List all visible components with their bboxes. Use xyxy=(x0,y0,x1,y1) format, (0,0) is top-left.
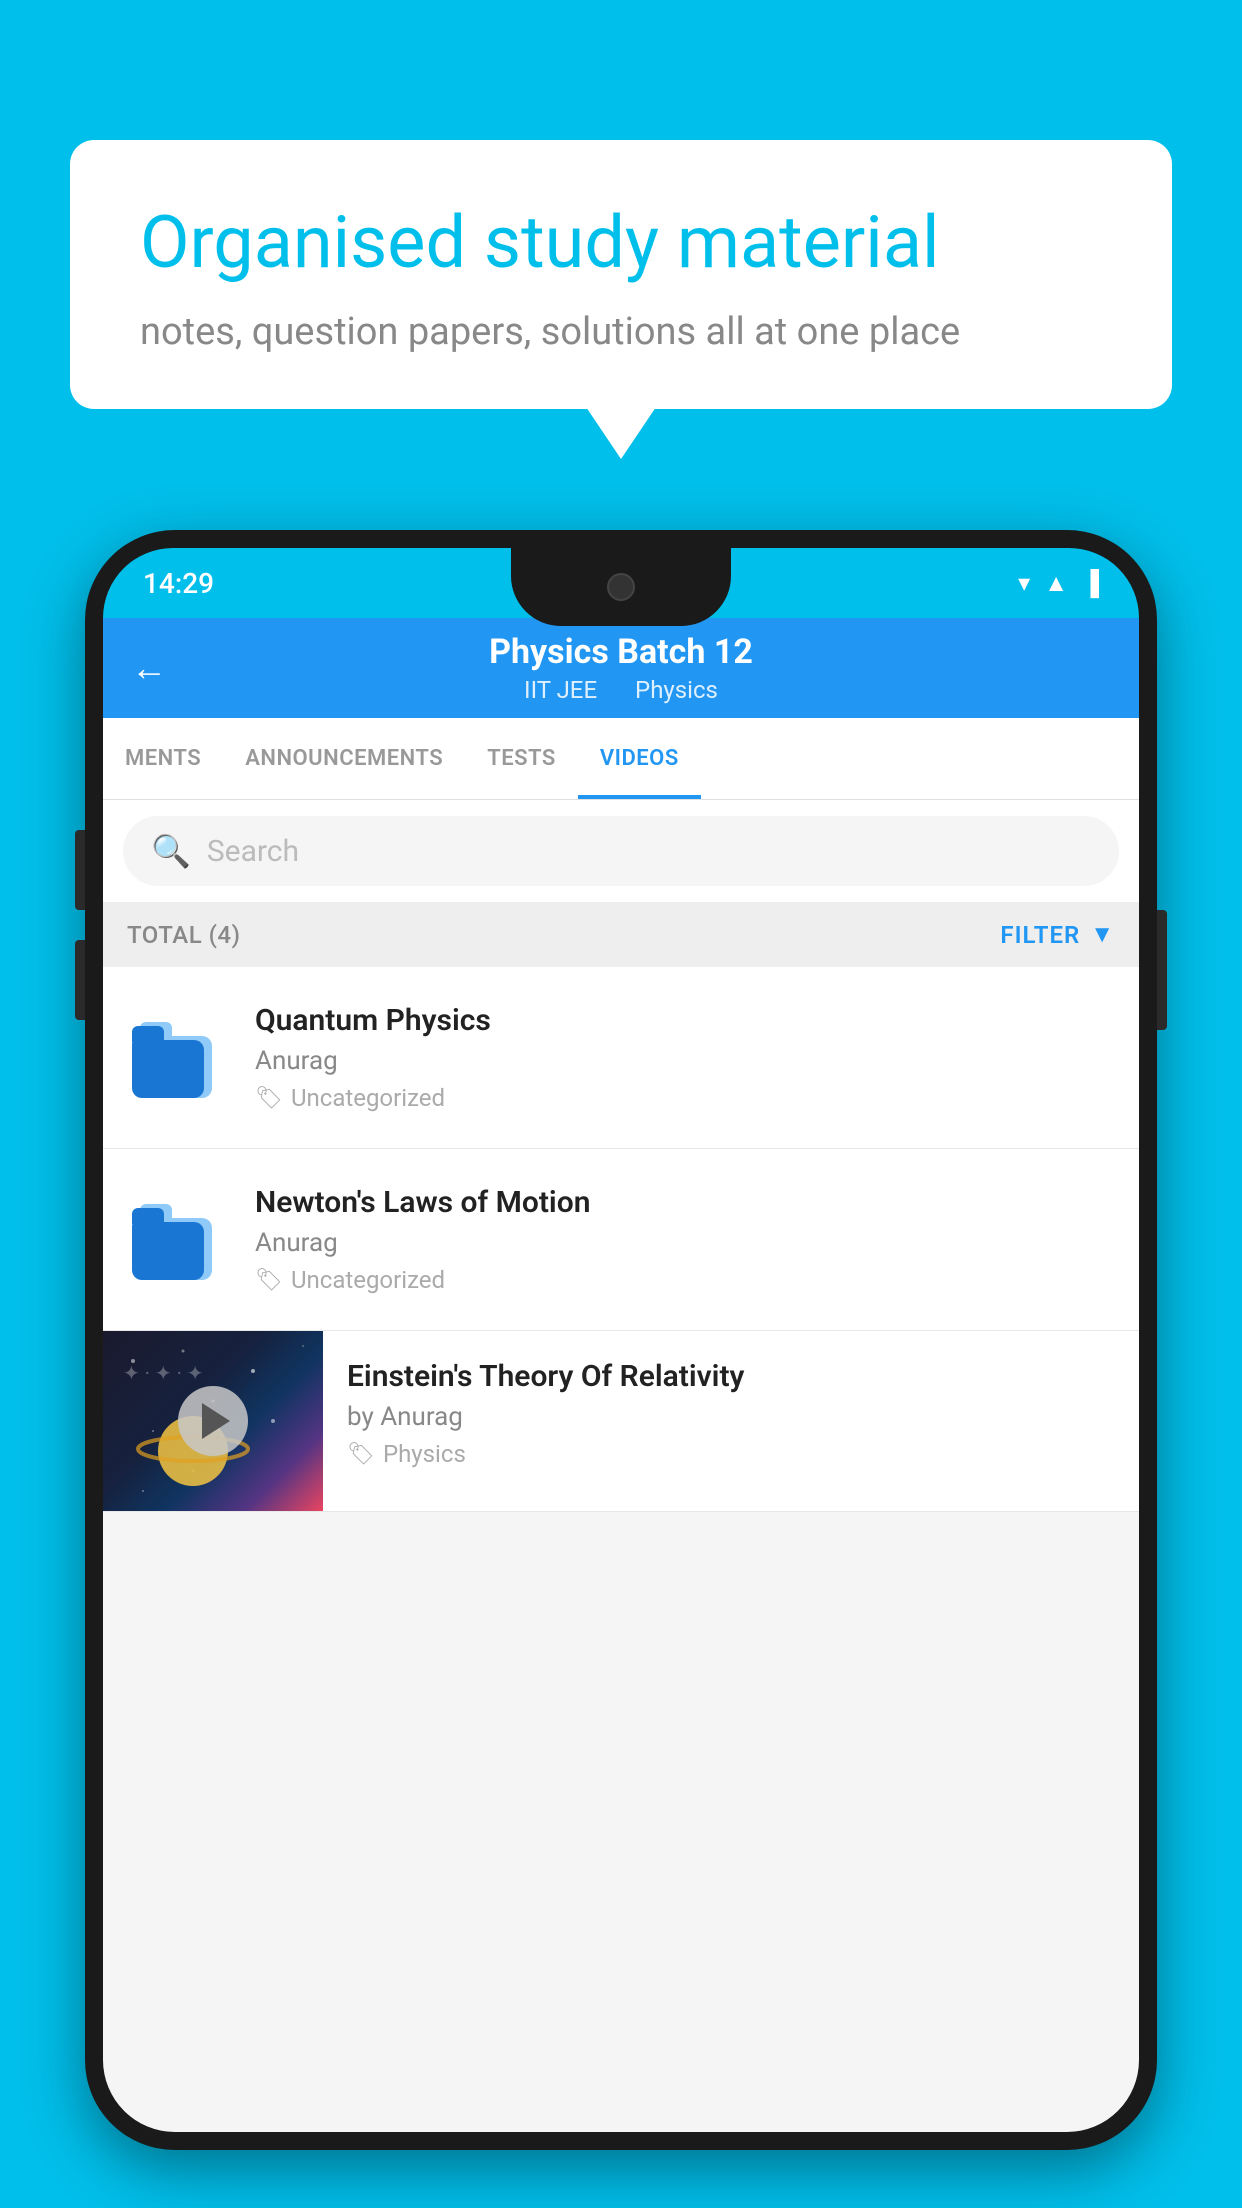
search-icon: 🔍 xyxy=(151,832,191,870)
tab-videos[interactable]: VIDEOS xyxy=(578,718,701,799)
video-tag: 🏷 Physics xyxy=(347,1440,1091,1468)
folder-icon xyxy=(132,1018,222,1098)
tag-icon: 🏷 xyxy=(347,1442,375,1467)
wifi-icon: ▾ xyxy=(1018,569,1030,597)
video-thumbnail xyxy=(103,1331,323,1511)
filter-label: FILTER xyxy=(1000,921,1080,949)
video-title: Quantum Physics xyxy=(255,1003,1115,1038)
speech-bubble-section: Organised study material notes, question… xyxy=(70,140,1172,409)
filter-row: TOTAL (4) FILTER ▼ xyxy=(103,902,1139,967)
subtitle-physics: Physics xyxy=(635,676,718,704)
video-list: Quantum Physics Anurag 🏷 Uncategorized xyxy=(103,967,1139,1512)
video-author: by Anurag xyxy=(347,1402,1091,1432)
status-icons: ▾ ▲ ▐ xyxy=(1018,569,1099,598)
back-button[interactable]: ← xyxy=(131,647,167,689)
tag-icon: 🏷 xyxy=(255,1086,283,1111)
header-title-group: Physics Batch 12 IIT JEE Physics xyxy=(489,632,753,704)
subtitle-iit: IIT JEE xyxy=(524,676,597,704)
list-item[interactable]: Quantum Physics Anurag 🏷 Uncategorized xyxy=(103,967,1139,1149)
speech-bubble: Organised study material notes, question… xyxy=(70,140,1172,409)
folder-front xyxy=(132,1222,204,1280)
video-info: Einstein's Theory Of Relativity by Anura… xyxy=(323,1331,1115,1496)
phone-mockup: 14:29 ▾ ▲ ▐ ← Physics Batch 12 IIT JEE xyxy=(85,530,1157,2208)
video-info: Quantum Physics Anurag 🏷 Uncategorized xyxy=(255,1003,1115,1112)
phone-screen: ← Physics Batch 12 IIT JEE Physics MENTS… xyxy=(103,618,1139,2132)
search-placeholder: Search xyxy=(207,834,299,869)
list-item[interactable]: Newton's Laws of Motion Anurag 🏷 Uncateg… xyxy=(103,1149,1139,1331)
search-container: 🔍 Search xyxy=(103,800,1139,902)
power-button xyxy=(1157,910,1167,1030)
tag-label: Physics xyxy=(383,1440,466,1468)
tag-label: Uncategorized xyxy=(291,1084,445,1112)
video-info: Newton's Laws of Motion Anurag 🏷 Uncateg… xyxy=(255,1185,1115,1294)
play-triangle xyxy=(202,1403,230,1439)
batch-title: Physics Batch 12 xyxy=(489,632,753,672)
video-title: Einstein's Theory Of Relativity xyxy=(347,1359,1091,1394)
phone-outer: 14:29 ▾ ▲ ▐ ← Physics Batch 12 IIT JEE xyxy=(85,530,1157,2150)
video-author: Anurag xyxy=(255,1046,1115,1076)
play-button[interactable] xyxy=(178,1386,248,1456)
tab-ments[interactable]: MENTS xyxy=(103,718,223,799)
video-tag: 🏷 Uncategorized xyxy=(255,1266,1115,1294)
tab-tests[interactable]: TESTS xyxy=(465,718,578,799)
folder-front xyxy=(132,1040,204,1098)
search-bar[interactable]: 🔍 Search xyxy=(123,816,1119,886)
video-tag: 🏷 Uncategorized xyxy=(255,1084,1115,1112)
tabs-bar: MENTS ANNOUNCEMENTS TESTS VIDEOS xyxy=(103,718,1139,800)
notch xyxy=(511,548,731,626)
app-header: ← Physics Batch 12 IIT JEE Physics xyxy=(103,618,1139,718)
folder-icon-container xyxy=(127,1190,227,1290)
batch-subtitle: IIT JEE Physics xyxy=(489,676,753,704)
camera-dot xyxy=(607,573,635,601)
list-item[interactable]: Einstein's Theory Of Relativity by Anura… xyxy=(103,1331,1139,1512)
video-title: Newton's Laws of Motion xyxy=(255,1185,1115,1220)
filter-icon: ▼ xyxy=(1090,920,1115,949)
volume-up-button xyxy=(75,830,85,910)
tag-icon: 🏷 xyxy=(255,1268,283,1293)
folder-icon-container xyxy=(127,1008,227,1108)
bubble-subtitle: notes, question papers, solutions all at… xyxy=(140,310,1102,354)
total-count: TOTAL (4) xyxy=(127,921,240,949)
filter-button[interactable]: FILTER ▼ xyxy=(1000,920,1115,949)
volume-down-button xyxy=(75,940,85,1020)
tag-label: Uncategorized xyxy=(291,1266,445,1294)
bubble-title: Organised study material xyxy=(140,200,1102,286)
signal-icon: ▲ xyxy=(1044,569,1068,598)
status-time: 14:29 xyxy=(143,567,214,600)
battery-icon: ▐ xyxy=(1082,569,1099,598)
folder-icon xyxy=(132,1200,222,1280)
video-author: Anurag xyxy=(255,1228,1115,1258)
tab-announcements[interactable]: ANNOUNCEMENTS xyxy=(223,718,465,799)
